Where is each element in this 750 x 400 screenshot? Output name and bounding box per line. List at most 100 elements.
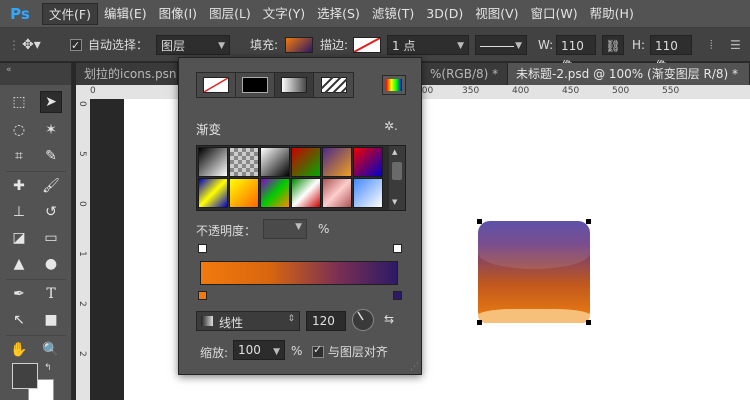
gradient-swatch[interactable]	[322, 147, 352, 177]
menu-layer[interactable]: 图层(L)	[203, 3, 257, 25]
menu-view[interactable]: 视图(V)	[469, 3, 524, 25]
swatch-scrollbar[interactable]: ▲ ▼	[389, 146, 405, 210]
anchor-handle[interactable]	[477, 320, 482, 325]
solid-color-button[interactable]	[236, 73, 275, 97]
gradient-swatch[interactable]	[229, 178, 259, 208]
stroke-size-field[interactable]: 1 点 ▼	[387, 35, 469, 55]
auto-select-dropdown[interactable]: 图层 ▼	[156, 35, 230, 55]
foreground-color-swatch[interactable]	[12, 363, 38, 389]
crop-tool-icon[interactable]: ⌗	[8, 145, 30, 167]
angle-field[interactable]: 120	[306, 311, 346, 331]
gradient-swatch[interactable]	[353, 147, 383, 177]
reverse-gradient-icon[interactable]: ⇆	[384, 312, 402, 330]
lasso-tool-icon[interactable]: ◌	[8, 119, 30, 141]
ruler-tick-label: 0	[77, 201, 87, 207]
gradient-tool-icon[interactable]: ▭	[40, 227, 62, 249]
fill-type-buttons	[196, 72, 354, 98]
brush-tool-icon[interactable]: 🖌	[40, 175, 62, 197]
tab-icons-document[interactable]: 划拉的icons.psns	[76, 63, 178, 85]
anchor-handle[interactable]	[586, 320, 591, 325]
tab-untitled-2[interactable]: 未标题-2.psd @ 100% (渐变图层 R/8) *	[508, 63, 750, 85]
gradient-swatch[interactable]	[291, 178, 321, 208]
scroll-down-icon[interactable]: ▼	[392, 198, 397, 206]
menu-3d[interactable]: 3D(D)	[420, 3, 469, 25]
marquee-tool-icon[interactable]: ⬚	[8, 91, 30, 113]
ruler-tick-label: 5	[77, 151, 87, 157]
opacity-field[interactable]: ▼	[263, 219, 307, 239]
fill-swatch[interactable]	[285, 37, 313, 53]
pattern-fill-button[interactable]	[314, 73, 353, 97]
opacity-stop-left[interactable]	[198, 244, 207, 253]
align-options-icon[interactable]: ⦙	[710, 35, 724, 55]
menu-help[interactable]: 帮助(H)	[584, 3, 640, 25]
gradient-swatch[interactable]	[291, 147, 321, 177]
opacity-stop-right[interactable]	[393, 244, 402, 253]
type-tool-icon[interactable]: T	[40, 283, 62, 305]
magic-wand-tool-icon[interactable]: ✶	[40, 119, 62, 141]
direct-selection-tool-icon[interactable]: ↖	[8, 309, 30, 331]
eyedropper-tool-icon[interactable]: ✎	[40, 145, 62, 167]
dodge-tool-icon[interactable]: ●	[40, 253, 62, 275]
pen-tool-icon[interactable]: ✒	[8, 283, 30, 305]
photoshop-logo: Ps	[10, 4, 30, 23]
ruler-vertical: 0 5 0 1 2 2	[76, 99, 90, 400]
clone-stamp-tool-icon[interactable]: ⊥	[8, 201, 30, 223]
gradient-preview-bar[interactable]	[200, 261, 398, 285]
menu-file[interactable]: 文件(F)	[42, 2, 98, 25]
height-field[interactable]: 110 像	[650, 35, 692, 73]
healing-brush-tool-icon[interactable]: ✚	[8, 175, 30, 197]
zoom-tool-icon[interactable]: 🔍	[40, 339, 62, 361]
auto-select-checkbox[interactable]	[70, 35, 82, 56]
menu-filter[interactable]: 滤镜(T)	[366, 3, 420, 25]
ruler-tick-label: 550	[662, 86, 680, 96]
gradient-style-select[interactable]: 线性 ⇕	[196, 311, 300, 331]
gradient-swatch[interactable]	[260, 147, 290, 177]
menu-select[interactable]: 选择(S)	[311, 3, 366, 25]
gradient-button[interactable]	[275, 73, 314, 97]
auto-select-value: 图层	[161, 39, 186, 53]
gradient-swatch[interactable]	[260, 178, 290, 208]
stroke-swatch[interactable]	[353, 37, 381, 53]
menu-image[interactable]: 图像(I)	[153, 3, 203, 25]
no-fill-button[interactable]	[197, 73, 236, 97]
gradient-swatch[interactable]	[198, 178, 228, 208]
history-brush-tool-icon[interactable]: ↺	[40, 201, 62, 223]
scale-field[interactable]: 100 ▼	[233, 340, 285, 360]
color-stop-left[interactable]	[198, 291, 207, 300]
anchor-handle[interactable]	[477, 219, 482, 224]
color-stop-right[interactable]	[393, 291, 402, 300]
path-arrangement-icon[interactable]: ☰	[730, 35, 744, 55]
scroll-up-icon[interactable]: ▲	[392, 148, 397, 156]
gradient-swatch[interactable]	[229, 147, 259, 177]
swap-colors-icon[interactable]: ↰	[44, 363, 52, 373]
gradient-swatch[interactable]	[353, 178, 383, 208]
rounded-rectangle-shape[interactable]	[478, 221, 590, 323]
blur-tool-icon[interactable]: ▲	[8, 253, 30, 275]
eraser-tool-icon[interactable]: ◪	[8, 227, 30, 249]
rectangle-tool-icon[interactable]: ■	[40, 309, 62, 331]
toolbox-header[interactable]: «	[0, 63, 71, 85]
align-with-layer-checkbox[interactable]: 与图层对齐	[312, 343, 388, 360]
stroke-type-dropdown[interactable]: ▼	[475, 35, 527, 55]
link-dimensions-icon[interactable]: ⛓	[602, 35, 624, 55]
tab-rgb-document[interactable]: %(RGB/8) *	[422, 63, 508, 85]
gear-icon[interactable]: ✲.	[384, 119, 398, 133]
resize-grip-icon[interactable]: ⋰	[410, 362, 419, 372]
gradient-swatch[interactable]	[322, 178, 352, 208]
gradient-swatch[interactable]	[198, 147, 228, 177]
scroll-thumb[interactable]	[392, 162, 402, 180]
menu-window[interactable]: 窗口(W)	[525, 3, 584, 25]
anchor-handle[interactable]	[586, 219, 591, 224]
grip-icon: ⋮	[8, 38, 20, 52]
path-selection-tool-icon[interactable]: ➤	[40, 91, 62, 113]
collapse-icon[interactable]: «	[6, 65, 12, 75]
angle-dial[interactable]	[352, 309, 374, 331]
toolbox-divider	[6, 171, 66, 172]
hand-tool-icon[interactable]: ✋	[8, 339, 30, 361]
color-picker-icon[interactable]	[382, 75, 406, 95]
fill-label: 填充:	[250, 38, 279, 52]
menu-edit[interactable]: 编辑(E)	[98, 3, 153, 25]
width-field[interactable]: 110 像	[556, 35, 596, 73]
menu-type[interactable]: 文字(Y)	[257, 3, 311, 25]
move-tool-preset-icon[interactable]: ✥▾	[22, 35, 56, 55]
